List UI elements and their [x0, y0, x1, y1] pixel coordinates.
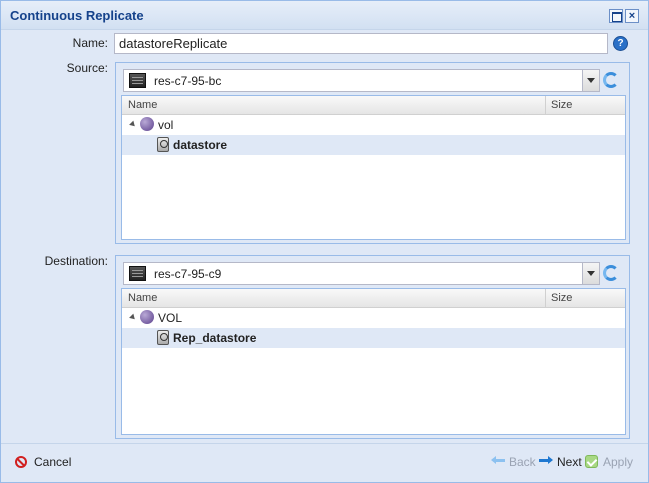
- column-header-name[interactable]: Name: [128, 292, 157, 304]
- expand-triangle-icon[interactable]: [129, 313, 137, 322]
- arrow-left-icon: [491, 456, 505, 464]
- source-tree-grid: Name Size vol datastore: [121, 95, 626, 240]
- dialog-footer: Cancel Back Next Apply: [1, 443, 648, 482]
- back-label: Back: [509, 455, 536, 469]
- column-header-size[interactable]: Size: [551, 292, 572, 304]
- chevron-down-icon[interactable]: [582, 263, 599, 284]
- disk-icon: [157, 137, 169, 152]
- next-label: Next: [557, 455, 582, 469]
- refresh-icon[interactable]: [603, 265, 619, 281]
- destination-server-select[interactable]: res-c7-95-c9: [123, 262, 600, 285]
- column-header-size[interactable]: Size: [551, 99, 572, 111]
- replicate-dialog: Continuous Replicate × Name: ? Source: r…: [0, 0, 649, 483]
- maximize-icon[interactable]: [609, 9, 623, 23]
- server-icon: [129, 73, 146, 88]
- pool-icon: [140, 310, 154, 324]
- pool-icon: [140, 117, 154, 131]
- apply-label: Apply: [603, 455, 634, 469]
- pool-name: VOL: [158, 311, 183, 325]
- column-divider: [545, 289, 546, 307]
- destination-label: Destination:: [44, 254, 108, 268]
- destination-panel: res-c7-95-c9 Name Size VOL Rep_datastore: [115, 255, 630, 439]
- dialog-title: Continuous Replicate: [10, 8, 144, 23]
- dataset-name: Rep_datastore: [173, 331, 257, 345]
- grid-header: Name Size: [122, 289, 625, 308]
- refresh-icon[interactable]: [603, 72, 619, 88]
- tree-row-dataset[interactable]: datastore: [122, 135, 625, 155]
- source-server-select[interactable]: res-c7-95-bc: [123, 69, 600, 92]
- help-icon[interactable]: ?: [613, 36, 628, 51]
- column-header-name[interactable]: Name: [128, 99, 157, 111]
- dataset-name: datastore: [173, 138, 228, 152]
- source-server-value: res-c7-95-bc: [154, 74, 222, 88]
- name-label: Name:: [72, 36, 108, 50]
- column-divider: [545, 96, 546, 114]
- grid-header: Name Size: [122, 96, 625, 115]
- close-icon[interactable]: ×: [625, 9, 639, 23]
- tree-row-pool[interactable]: vol: [122, 115, 625, 135]
- source-panel: res-c7-95-bc Name Size vol datastore: [115, 62, 630, 244]
- name-input[interactable]: [114, 33, 608, 54]
- destination-tree-grid: Name Size VOL Rep_datastore: [121, 288, 626, 435]
- pool-name: vol: [158, 118, 174, 132]
- expand-triangle-icon[interactable]: [129, 120, 137, 129]
- arrow-right-icon: [539, 456, 553, 464]
- source-label: Source:: [66, 61, 108, 75]
- tree-row-pool[interactable]: VOL: [122, 308, 625, 328]
- tree-row-dataset[interactable]: Rep_datastore: [122, 328, 625, 348]
- server-icon: [129, 266, 146, 281]
- check-icon: [585, 455, 598, 468]
- chevron-down-icon[interactable]: [582, 70, 599, 91]
- destination-server-value: res-c7-95-c9: [154, 267, 222, 281]
- disk-icon: [157, 330, 169, 345]
- cancel-label: Cancel: [34, 455, 72, 469]
- cancel-icon: [15, 456, 27, 468]
- title-bar: Continuous Replicate ×: [1, 1, 648, 30]
